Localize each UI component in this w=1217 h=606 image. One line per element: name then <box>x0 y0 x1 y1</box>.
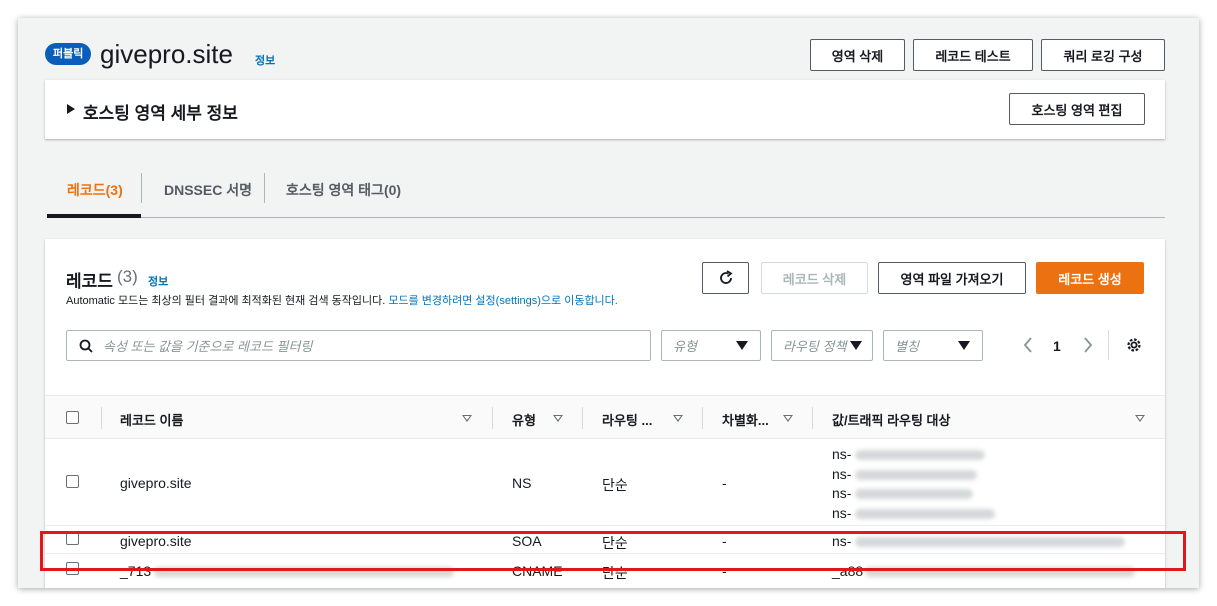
chevron-down-icon <box>850 341 862 350</box>
record-value: ns- <box>832 485 852 501</box>
search-input[interactable]: 속성 또는 값을 기준으로 레코드 필터링 <box>66 330 651 361</box>
test-record-button[interactable]: 레코드 테스트 <box>913 39 1033 71</box>
record-value: ns- <box>832 505 852 521</box>
query-logging-button[interactable]: 쿼리 로깅 구성 <box>1041 39 1165 71</box>
column-separator <box>101 407 102 429</box>
search-placeholder: 속성 또는 값을 기준으로 레코드 필터링 <box>103 339 313 354</box>
tab-dnssec[interactable]: DNSSEC 서명 <box>164 180 252 200</box>
column-header-type[interactable]: 유형 <box>512 410 536 429</box>
tab-records[interactable]: 레코드(3) <box>67 180 123 200</box>
column-header-value[interactable]: 값/트래픽 라우팅 대상 <box>832 410 950 429</box>
chevron-down-icon <box>958 341 970 350</box>
refresh-icon <box>719 270 733 284</box>
delete-record-button[interactable]: 레코드 삭제 <box>761 262 868 294</box>
records-info-link[interactable]: 정보 <box>148 273 168 289</box>
redacted-value <box>855 470 977 480</box>
sort-icon[interactable] <box>553 415 563 422</box>
active-tab-indicator <box>47 214 141 218</box>
records-description: Automatic 모드는 최상의 필터 결과에 최적화된 현재 검색 동작입니… <box>66 292 618 308</box>
edit-zone-button[interactable]: 호스팅 영역 편집 <box>1009 93 1145 125</box>
description-text: Automatic 모드는 최상의 필터 결과에 최적화된 현재 검색 동작입니… <box>66 295 389 307</box>
column-header-differentiator[interactable]: 차별화... <box>722 410 769 429</box>
sort-icon[interactable] <box>783 415 793 422</box>
settings-link[interactable]: 모드를 변경하려면 설정(settings)으로 이동합니다. <box>388 295 618 307</box>
routing-filter-label: 라우팅 정책 <box>783 339 847 354</box>
tab-separator <box>141 173 142 203</box>
type-filter-label: 유형 <box>673 339 697 354</box>
records-title: 레코드 <box>66 272 113 291</box>
zone-details-title[interactable]: 호스팅 영역 세부 정보 <box>83 99 238 124</box>
alias-filter-select[interactable]: 별칭 <box>883 330 983 361</box>
delete-zone-button[interactable]: 영역 삭제 <box>810 39 905 71</box>
redacted-value <box>855 489 973 499</box>
row-divider <box>45 525 1165 526</box>
type-filter-select[interactable]: 유형 <box>661 330 761 361</box>
record-routing: 단순 <box>602 477 628 493</box>
zone-details-panel: 호스팅 영역 세부 정보 호스팅 영역 편집 <box>45 80 1165 139</box>
highlight-box <box>40 531 1186 571</box>
record-differentiator: - <box>722 475 727 491</box>
sort-icon[interactable] <box>673 415 683 422</box>
column-header-name[interactable]: 레코드 이름 <box>120 410 183 429</box>
select-all-checkbox[interactable] <box>66 411 79 424</box>
record-value: ns- <box>832 446 852 462</box>
expand-caret-icon[interactable] <box>67 104 75 114</box>
tab-separator <box>264 173 265 203</box>
sort-icon[interactable] <box>462 415 472 422</box>
record-value: ns- <box>832 466 852 482</box>
column-header-routing[interactable]: 라우팅 ... <box>602 410 652 429</box>
hosted-zone-page: 퍼블릭 givepro.site 정보 영역 삭제 레코드 테스트 쿼리 로깅 … <box>18 18 1199 588</box>
public-badge: 퍼블릭 <box>45 43 92 65</box>
redacted-value <box>855 509 995 519</box>
tabs-divider <box>47 217 1165 218</box>
record-type: NS <box>512 475 532 491</box>
row-checkbox[interactable] <box>66 475 79 488</box>
sort-icon[interactable] <box>1135 415 1145 422</box>
routing-filter-select[interactable]: 라우팅 정책 <box>771 330 873 361</box>
redacted-value <box>855 450 985 460</box>
import-zone-file-button[interactable]: 영역 파일 가져오기 <box>878 262 1026 294</box>
previous-page-icon[interactable] <box>1022 336 1034 354</box>
column-separator <box>702 407 703 429</box>
column-separator <box>492 407 493 429</box>
column-separator <box>582 407 583 429</box>
record-name[interactable]: givepro.site <box>120 475 192 491</box>
refresh-button[interactable] <box>702 262 749 294</box>
info-link[interactable]: 정보 <box>255 52 275 68</box>
current-page[interactable]: 1 <box>1053 338 1061 354</box>
create-record-button[interactable]: 레코드 생성 <box>1036 262 1144 294</box>
tab-tags[interactable]: 호스팅 영역 태그(0) <box>286 180 401 200</box>
chevron-down-icon <box>736 341 748 350</box>
column-separator <box>812 407 813 429</box>
pagination-separator <box>1108 330 1109 360</box>
search-icon <box>79 339 93 353</box>
records-count: (3) <box>117 267 138 286</box>
table-header: 레코드 이름 유형 라우팅 ... 차별화... 값/트래픽 라우팅 대상 <box>45 395 1165 439</box>
alias-filter-label: 별칭 <box>895 339 919 354</box>
page-title: givepro.site <box>100 39 233 69</box>
next-page-icon[interactable] <box>1082 336 1094 354</box>
gear-icon[interactable] <box>1125 336 1143 354</box>
